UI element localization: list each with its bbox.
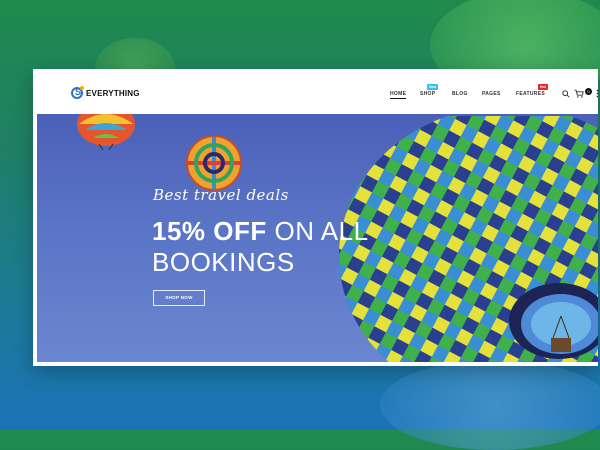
nav-shop[interactable]: SHOP (420, 91, 435, 97)
shop-now-button[interactable]: SHOP NOW (153, 290, 205, 306)
header-icons (562, 89, 598, 98)
logo-dot (80, 86, 84, 90)
search-icon[interactable] (562, 89, 570, 98)
headline-line2: BOOKINGS (152, 247, 295, 277)
nav-pages[interactable]: PAGES (482, 91, 501, 97)
nav-features[interactable]: FEATURES (516, 91, 545, 97)
large-balloon (339, 116, 598, 362)
cart-count-badge: 0 (585, 88, 592, 95)
small-balloon-center (186, 136, 242, 191)
background-balloon-bottom (380, 360, 600, 450)
menu-dots-icon[interactable] (596, 89, 598, 98)
nav-blog[interactable]: BLOG (452, 91, 468, 97)
hot-badge: Hot (538, 84, 548, 90)
browser-window: S EVERYTHING HOME SHOP New BLOG PAGES FE… (33, 69, 598, 366)
site-header: S EVERYTHING HOME SHOP New BLOG PAGES FE… (33, 69, 598, 114)
headline-rest: ON ALL (274, 216, 369, 246)
new-badge: New (427, 84, 439, 90)
headline-bold: 15% OFF (152, 216, 267, 246)
nav-home[interactable]: HOME (390, 91, 407, 99)
cart-icon[interactable] (574, 89, 584, 98)
logo-text: EVERYTHING (86, 88, 140, 98)
small-balloon-topleft (77, 114, 135, 150)
hero-tagline: Best travel deals (153, 186, 289, 204)
window-bottom-border (33, 362, 598, 366)
hero-banner: Best travel deals 15% OFF ON ALL BOOKING… (37, 114, 598, 362)
hero-headline: 15% OFF ON ALL BOOKINGS (152, 216, 369, 278)
site-logo[interactable]: S EVERYTHING (71, 86, 140, 99)
logo-mark: S (71, 86, 84, 99)
